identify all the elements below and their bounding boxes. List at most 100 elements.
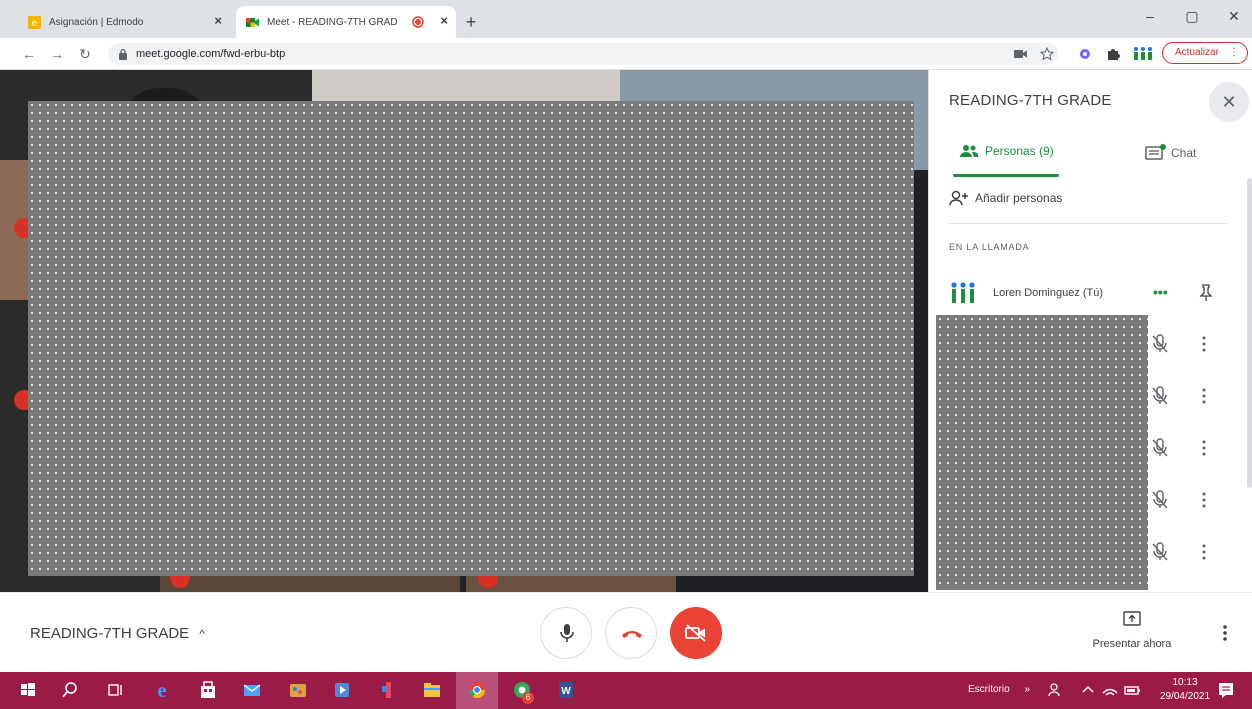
add-people-label: Añadir personas xyxy=(975,191,1063,205)
chrome-icon xyxy=(468,682,486,699)
chevron-right-icon: » xyxy=(1024,684,1031,695)
kebab-menu-icon[interactable] xyxy=(1201,490,1207,510)
chevron-up-icon: ^ xyxy=(199,626,205,641)
avatar xyxy=(951,282,975,303)
meeting-control-bar: READING-7TH GRADE ^ Presentar ahora xyxy=(0,592,1252,672)
media-player-icon[interactable] xyxy=(332,680,352,700)
address-bar[interactable]: meet.google.com/fwd-erbu-btp xyxy=(108,43,1058,65)
add-person-icon xyxy=(949,190,968,206)
browser-tabstrip: e Asignación | Edmodo × Meet - READING-7… xyxy=(0,0,1252,38)
mic-off-icon xyxy=(1152,490,1168,509)
notifications-icon[interactable] xyxy=(1216,680,1236,700)
panel-title: READING-7TH GRADE xyxy=(949,92,1112,109)
people-icon[interactable] xyxy=(1046,680,1066,700)
people-icon xyxy=(960,145,979,157)
tab-people[interactable]: Personas (9) xyxy=(959,144,1054,158)
more-options-button[interactable]: ••• xyxy=(1153,284,1168,300)
google-meet-icon xyxy=(246,17,259,27)
tab-people-label: Personas (9) xyxy=(985,144,1054,158)
chevron-up-icon[interactable] xyxy=(1078,680,1098,700)
edge-browser-icon[interactable]: e xyxy=(152,680,172,700)
notification-badge: 6 xyxy=(522,692,534,704)
extensions-puzzle-icon[interactable] xyxy=(1106,47,1120,61)
mic-off-icon xyxy=(1152,386,1168,405)
minimize-button[interactable]: – xyxy=(1138,8,1162,24)
participant-row-controls xyxy=(1151,488,1241,512)
chat-icon xyxy=(1145,144,1166,160)
divider xyxy=(949,223,1227,224)
url-text: meet.google.com/fwd-erbu-btp xyxy=(136,48,286,60)
pin-icon[interactable] xyxy=(1199,284,1213,302)
leave-call-button[interactable] xyxy=(605,607,657,659)
back-icon[interactable]: ← xyxy=(20,45,38,63)
file-explorer-icon[interactable] xyxy=(422,680,442,700)
add-people-button[interactable]: Añadir personas xyxy=(949,190,1062,206)
tab-chat[interactable]: Chat xyxy=(1145,144,1196,162)
close-panel-button[interactable]: ✕ xyxy=(1209,82,1249,122)
clock-date[interactable]: 29/04/2021 xyxy=(1150,690,1220,703)
section-header: EN LA LLAMADA xyxy=(949,242,1030,252)
present-now-button[interactable]: Presentar ahora xyxy=(1082,611,1182,657)
redacted-region xyxy=(28,101,914,576)
participant-row-self: Loren Dominguez (Tú) ••• xyxy=(949,280,1239,310)
mic-off-icon xyxy=(1152,438,1168,457)
word-icon[interactable]: W xyxy=(556,680,576,700)
desktop-label: Escritorio xyxy=(968,684,1010,695)
svg-text:e: e xyxy=(32,18,38,29)
camera-indicator-icon[interactable] xyxy=(1014,49,1028,59)
microphone-button[interactable] xyxy=(540,607,592,659)
update-label: Actualizar xyxy=(1175,47,1219,58)
kebab-menu-icon[interactable] xyxy=(1201,542,1207,562)
wifi-icon[interactable] xyxy=(1100,680,1120,700)
microphone-icon xyxy=(560,624,574,642)
clock-time[interactable]: 10:13 xyxy=(1160,676,1210,689)
kebab-menu-icon[interactable] xyxy=(1201,438,1207,458)
close-tab-icon[interactable]: × xyxy=(214,14,222,28)
desktop-toolbar-label[interactable]: Escritorio » xyxy=(968,684,1030,695)
edmodo-icon: e xyxy=(28,15,41,29)
reload-icon[interactable]: ↻ xyxy=(76,45,94,63)
close-tab-icon[interactable]: × xyxy=(440,14,448,28)
windows-start-icon[interactable] xyxy=(18,680,38,700)
participant-row-controls xyxy=(1151,384,1241,408)
svg-text:e: e xyxy=(158,680,167,700)
paint-icon[interactable] xyxy=(288,680,308,700)
hang-up-icon xyxy=(622,631,642,638)
camera-button[interactable] xyxy=(670,607,722,659)
tab-edmodo[interactable]: e Asignación | Edmodo × xyxy=(20,6,232,38)
scrollbar[interactable] xyxy=(1247,178,1252,488)
meeting-title: READING-7TH GRADE xyxy=(30,625,190,642)
more-options-icon[interactable] xyxy=(1222,623,1228,643)
kebab-icon: ⋮ xyxy=(1229,47,1239,58)
chrome-taskbar-active[interactable] xyxy=(456,672,498,709)
windows-taskbar: e 6 W Escritorio » 10:13 29/04/2021 xyxy=(0,672,1252,709)
kebab-menu-icon[interactable] xyxy=(1201,334,1207,354)
store-icon[interactable] xyxy=(198,680,218,700)
bookmark-star-icon[interactable] xyxy=(1040,47,1054,61)
participant-row-controls xyxy=(1151,332,1241,356)
badge-count: 6 xyxy=(525,693,531,702)
svg-text:W: W xyxy=(561,686,571,697)
browser-toolbar: ← → ↻ meet.google.com/fwd-erbu-btp Actua… xyxy=(0,38,1252,70)
forward-icon[interactable]: → xyxy=(48,45,66,63)
present-icon xyxy=(1123,611,1141,626)
kebab-menu-icon[interactable] xyxy=(1201,386,1207,406)
tab-title: Meet - READING-7TH GRAD xyxy=(267,16,398,28)
app-icon[interactable] xyxy=(378,680,398,700)
task-view-icon[interactable] xyxy=(106,680,126,700)
close-window-button[interactable]: ✕ xyxy=(1222,8,1246,25)
meeting-details-button[interactable]: READING-7TH GRADE ^ xyxy=(30,625,205,642)
profile-people-icon[interactable] xyxy=(1132,46,1154,62)
search-icon[interactable] xyxy=(60,680,80,700)
mail-icon[interactable] xyxy=(242,680,262,700)
participant-row-controls xyxy=(1151,436,1241,460)
battery-icon[interactable] xyxy=(1122,680,1142,700)
extension-gear-icon[interactable] xyxy=(1078,47,1092,61)
new-tab-button[interactable]: + xyxy=(460,12,482,34)
active-tab-indicator xyxy=(953,174,1059,177)
tab-meet[interactable]: Meet - READING-7TH GRAD × xyxy=(236,6,456,38)
update-button[interactable]: Actualizar ⋮ xyxy=(1162,42,1248,64)
maximize-button[interactable]: ▢ xyxy=(1180,8,1204,25)
lock-icon xyxy=(119,48,127,60)
people-panel: READING-7TH GRADE ✕ Personas (9) Chat Añ… xyxy=(928,70,1252,592)
